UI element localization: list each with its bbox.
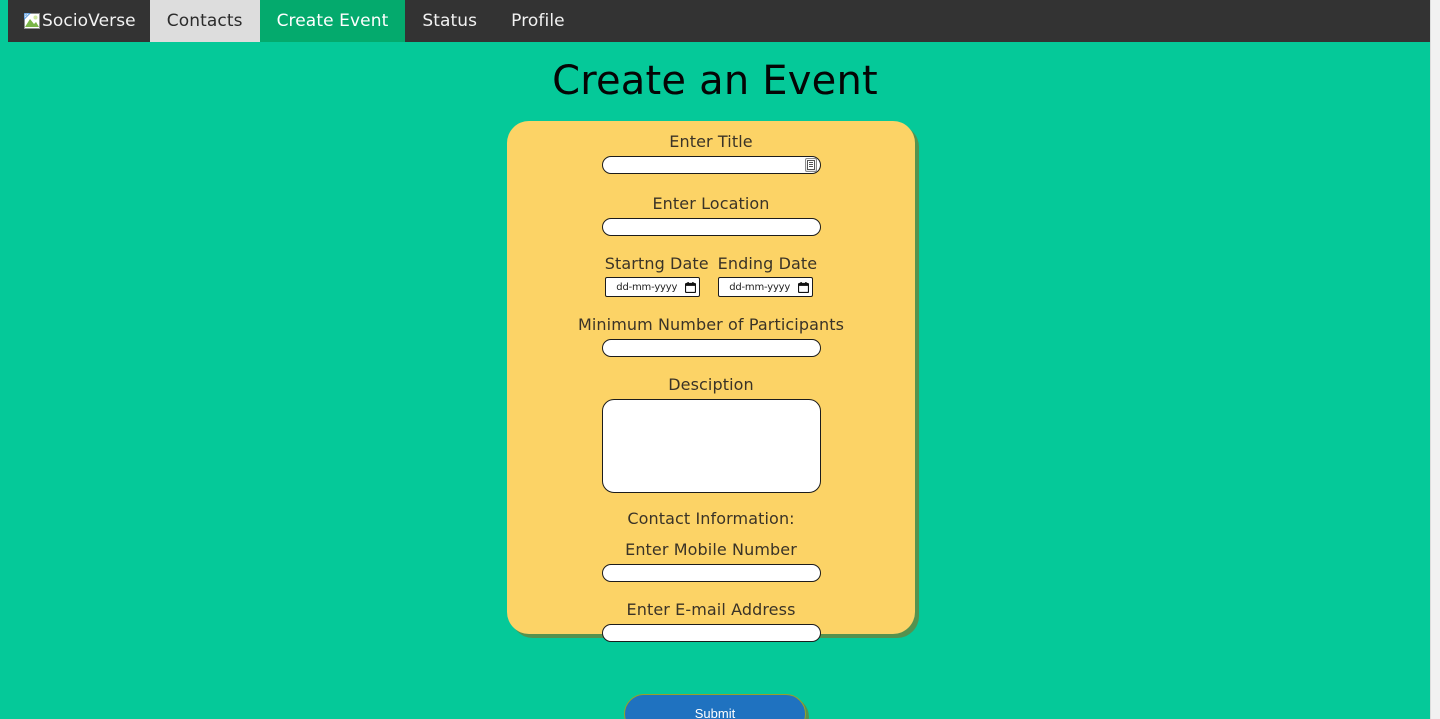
nav-item-label: Profile xyxy=(511,11,565,31)
nav-item-contacts[interactable]: Contacts xyxy=(149,0,260,42)
field-end-date: Ending Date dd-mm-yyyy xyxy=(717,254,818,297)
brand-logo[interactable]: SocioVerse xyxy=(8,0,150,42)
create-event-form-card: Enter Title Enter Location Startng Date … xyxy=(507,121,915,642)
nav-item-create-event[interactable]: Create Event xyxy=(259,0,406,42)
field-location-label: Enter Location xyxy=(652,194,770,213)
nav-item-label: Create Event xyxy=(276,11,389,31)
end-date-placeholder: dd-mm-yyyy xyxy=(729,281,791,293)
email-input[interactable] xyxy=(601,624,821,642)
field-mobile: Enter Mobile Number xyxy=(507,540,915,582)
end-date-input[interactable]: dd-mm-yyyy xyxy=(717,277,813,297)
start-date-input[interactable]: dd-mm-yyyy xyxy=(604,277,700,297)
page-root: SocioVerse Contacts Create Event Status … xyxy=(0,0,1430,719)
contact-information-heading: Contact Information: xyxy=(627,509,795,528)
list-glyph-icon[interactable] xyxy=(804,158,817,172)
broken-image-icon xyxy=(24,13,40,29)
submit-row: Submit xyxy=(0,694,1430,719)
vertical-scrollbar[interactable] xyxy=(1430,0,1440,719)
field-start-date-label: Startng Date xyxy=(604,254,709,273)
nav-item-profile[interactable]: Profile xyxy=(494,0,582,42)
field-min-participants-label: Minimum Number of Participants xyxy=(577,315,845,334)
min-participants-input[interactable] xyxy=(601,339,821,357)
location-input[interactable] xyxy=(601,218,821,236)
field-mobile-label: Enter Mobile Number xyxy=(625,540,797,559)
description-textarea[interactable] xyxy=(601,399,821,493)
field-location: Enter Location xyxy=(507,194,915,236)
main-navigation: SocioVerse Contacts Create Event Status … xyxy=(8,0,1430,42)
submit-button[interactable]: Submit xyxy=(624,694,806,719)
mobile-input[interactable] xyxy=(601,564,821,582)
field-description-label: Desciption xyxy=(668,375,754,394)
nav-item-label: Contacts xyxy=(166,11,243,31)
date-range-row: Startng Date dd-mm-yyyy Ending Date dd-m… xyxy=(507,254,915,297)
page-title: Create an Event xyxy=(552,58,878,104)
field-title-label: Enter Title xyxy=(669,132,753,151)
nav-item-status[interactable]: Status xyxy=(405,0,494,42)
start-date-placeholder: dd-mm-yyyy xyxy=(616,281,678,293)
nav-item-label: Status xyxy=(422,11,478,31)
field-min-participants: Minimum Number of Participants xyxy=(507,315,915,357)
calendar-icon[interactable] xyxy=(684,281,696,293)
field-description: Desciption xyxy=(507,375,915,493)
title-input[interactable] xyxy=(601,156,821,174)
brand-alt-text: SocioVerse xyxy=(42,11,136,31)
field-email-label: Enter E-mail Address xyxy=(626,600,796,619)
field-title: Enter Title xyxy=(507,132,915,174)
field-start-date: Startng Date dd-mm-yyyy xyxy=(604,254,709,297)
field-email: Enter E-mail Address xyxy=(507,600,915,642)
title-input-wrapper xyxy=(601,156,821,174)
field-end-date-label: Ending Date xyxy=(717,254,818,273)
calendar-icon[interactable] xyxy=(797,281,809,293)
